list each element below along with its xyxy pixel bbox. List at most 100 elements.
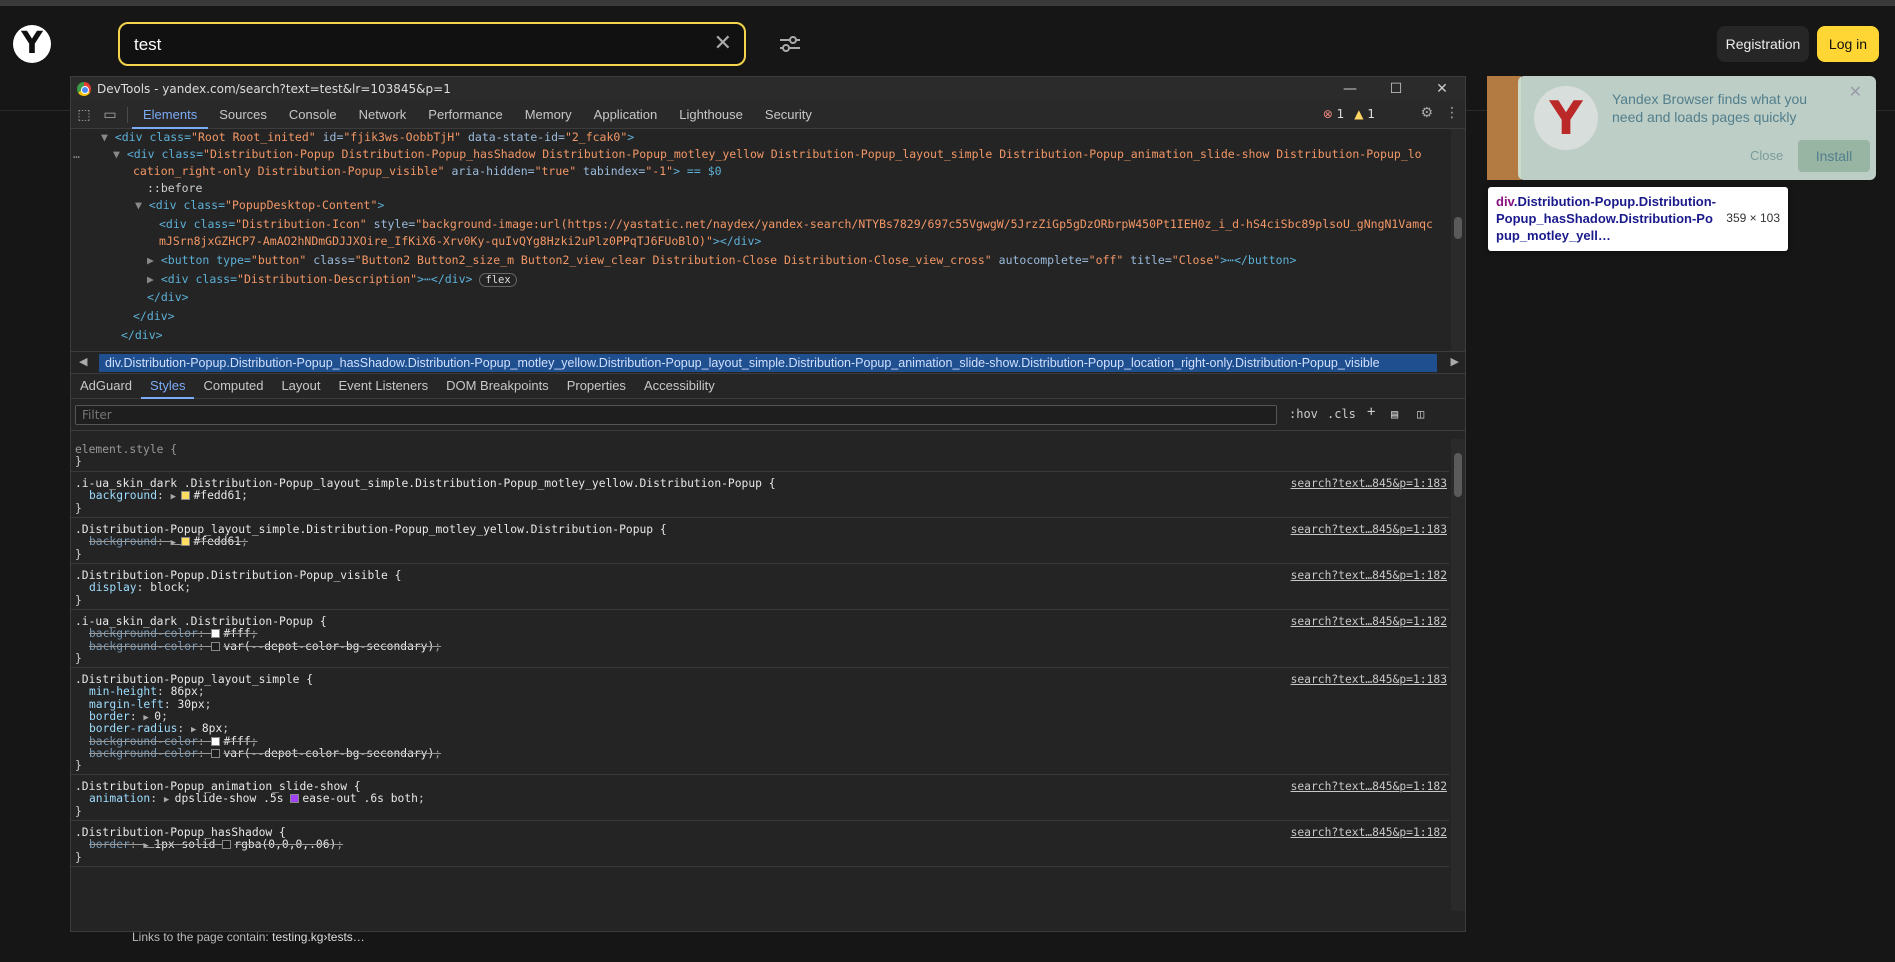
tab-layout[interactable]: Layout (272, 373, 329, 399)
devtools-titlebar[interactable]: DevTools - yandex.com/search?text=test&l… (71, 77, 1465, 101)
breadcrumb-selected-node[interactable]: div.Distribution-Popup.Distribution-Popu… (99, 354, 1437, 372)
style-rule[interactable]: .Distribution-Popup_hasShadow {search?te… (71, 822, 1449, 867)
close-window-icon[interactable]: ✕ (1419, 77, 1465, 101)
css-property[interactable]: display (89, 581, 137, 594)
dom-node-root[interactable]: ▼ <div class="Root Root_inited" id="fjik… (101, 129, 634, 146)
style-declaration[interactable]: background: ▶ #fedd61; (89, 488, 248, 503)
new-rule-icon[interactable]: + (1367, 404, 1375, 420)
expand-arrow-icon[interactable]: ▶ (171, 538, 182, 548)
styles-scrollbar[interactable] (1451, 439, 1465, 911)
registration-button[interactable]: Registration (1717, 26, 1809, 62)
dom-node-description[interactable]: ▶ <div class="Distribution-Description">… (147, 271, 517, 288)
easing-swatch[interactable] (290, 794, 300, 804)
style-declaration[interactable]: background-color: var(--depot-color-bg-s… (89, 639, 441, 654)
dom-node-distribution-popup[interactable]: ▼ <div class="Distribution-Popup Distrib… (113, 146, 1422, 163)
issues-counter[interactable]: ⊗ 1 ▲ 1 (1323, 107, 1375, 121)
clear-search-icon[interactable]: ✕ (714, 32, 732, 56)
flex-badge[interactable]: flex (479, 273, 517, 287)
expand-arrow-icon[interactable]: ▶ (143, 841, 154, 851)
login-button[interactable]: Log in (1817, 26, 1879, 62)
style-source-link[interactable]: search?text…845&p=1:182 (1291, 568, 1447, 583)
promo-install-button[interactable]: Install (1798, 140, 1870, 172)
css-value[interactable]: var(--depot-color-bg-secondary) (223, 640, 434, 653)
tab-computed[interactable]: Computed (194, 373, 272, 399)
tab-sources[interactable]: Sources (208, 101, 278, 129)
tab-accessibility[interactable]: Accessibility (635, 373, 724, 399)
style-selector[interactable]: element.style { (75, 442, 177, 457)
expand-arrow-icon[interactable]: ▼ (135, 198, 142, 212)
expand-arrow-icon[interactable]: ▼ (101, 130, 108, 144)
breadcrumb-left-arrow-icon[interactable]: ◀ (79, 355, 87, 368)
style-declaration[interactable]: background: ▶ #fedd61; (89, 534, 248, 549)
style-rule[interactable]: .Distribution-Popup_animation_slide-show… (71, 776, 1449, 821)
style-source-link[interactable]: search?text…845&p=1:183 (1291, 476, 1447, 491)
search-filters-icon[interactable] (776, 30, 804, 58)
promo-close-button[interactable]: Close (1750, 148, 1783, 163)
tab-elements[interactable]: Elements (132, 101, 209, 129)
tab-console[interactable]: Console (278, 101, 348, 129)
tab-application[interactable]: Application (583, 101, 669, 129)
style-rule[interactable]: .Distribution-Popup.Distribution-Popup_v… (71, 565, 1449, 610)
dom-node-popup-content[interactable]: ▼ <div class="PopupDesktop-Content"> (135, 197, 384, 214)
snippet-link[interactable]: testing.kg›tests… (272, 930, 365, 944)
elements-scrollbar[interactable] (1451, 129, 1465, 351)
tab-event-listeners[interactable]: Event Listeners (329, 373, 437, 399)
dom-node-distribution-icon-cont[interactable]: mJSrn8jxGZHCP7-AmAO2hNDmGDJJXOire_IfKiX6… (159, 233, 761, 250)
tab-dom-breakpoints[interactable]: DOM Breakpoints (437, 373, 558, 399)
style-source-link[interactable]: search?text…845&p=1:183 (1291, 522, 1447, 537)
css-property[interactable]: background (89, 489, 157, 502)
style-source-link[interactable]: search?text…845&p=1:182 (1291, 779, 1447, 794)
tab-lighthouse[interactable]: Lighthouse (668, 101, 754, 129)
device-toolbar-icon[interactable]: ▭ (97, 107, 123, 123)
css-property[interactable]: animation (89, 792, 150, 805)
tab-security[interactable]: Security (754, 101, 823, 129)
expand-arrow-icon[interactable]: ▼ (113, 147, 120, 161)
maximize-icon[interactable]: ☐ (1373, 77, 1419, 101)
styles-filter-input[interactable] (75, 405, 1277, 425)
promo-close-icon[interactable]: ✕ (1849, 82, 1862, 101)
css-value[interactable]: #fedd61 (193, 535, 241, 548)
style-rule[interactable]: .i-ua_skin_dark .Distribution-Popup_layo… (71, 473, 1449, 518)
color-swatch[interactable] (211, 748, 221, 758)
dom-node-distribution-icon[interactable]: <div class="Distribution-Icon" style="ba… (159, 216, 1433, 233)
class-toggle[interactable]: .cls (1327, 407, 1356, 421)
style-rule[interactable]: .Distribution-Popup_layout_simple.Distri… (71, 519, 1449, 564)
css-property[interactable]: background (89, 535, 157, 548)
style-source-link[interactable]: search?text…845&p=1:182 (1291, 825, 1447, 840)
elements-tree[interactable]: ▼ <div class="Root Root_inited" id="fjik… (71, 129, 1465, 351)
style-declaration[interactable]: background-color: var(--depot-color-bg-s… (89, 746, 441, 761)
color-swatch[interactable] (181, 491, 191, 501)
elements-scroll-thumb[interactable] (1454, 217, 1462, 239)
hover-state-toggle[interactable]: :hov (1289, 407, 1318, 421)
css-property[interactable]: border (89, 838, 130, 851)
style-rule[interactable]: element.style {} (71, 439, 1449, 472)
dom-node-close-button[interactable]: ▶ <button type="button" class="Button2 B… (147, 252, 1296, 269)
settings-gear-icon[interactable]: ⚙ (1420, 105, 1433, 121)
style-rule[interactable]: .Distribution-Popup_layout_simple {searc… (71, 669, 1449, 775)
color-swatch[interactable] (222, 840, 232, 850)
css-value[interactable]: rgba(0,0,0,.06) (234, 838, 336, 851)
color-swatch[interactable] (181, 537, 191, 547)
css-value[interactable]: dpslide-show .5s (175, 792, 284, 805)
color-swatch[interactable] (211, 629, 221, 639)
style-source-link[interactable]: search?text…845&p=1:183 (1291, 672, 1447, 687)
tab-properties[interactable]: Properties (558, 373, 635, 399)
dom-node-before[interactable]: ::before (147, 180, 202, 197)
css-value[interactable]: #fedd61 (193, 489, 241, 502)
minimize-icon[interactable]: — (1327, 77, 1373, 101)
yandex-logo[interactable]: Y (13, 25, 51, 63)
css-value[interactable]: 1px solid (154, 838, 215, 851)
tab-styles[interactable]: Styles (141, 373, 195, 399)
styles-pane[interactable]: element.style {} .i-ua_skin_dark .Distrib… (71, 439, 1449, 911)
expand-arrow-icon[interactable]: ▶ (164, 795, 175, 805)
css-value[interactable]: block (150, 581, 184, 594)
css-value[interactable]: ease-out .6s both (302, 792, 418, 805)
style-source-link[interactable]: search?text…845&p=1:182 (1291, 614, 1447, 629)
inspect-element-icon[interactable]: ⬚ (71, 107, 97, 123)
style-declaration[interactable]: display: block; (89, 580, 191, 595)
color-swatch[interactable] (211, 641, 221, 651)
color-swatch[interactable] (211, 736, 221, 746)
tab-performance[interactable]: Performance (417, 101, 513, 129)
tab-adguard[interactable]: AdGuard (71, 373, 141, 399)
expand-arrow-icon[interactable]: ▶ (147, 272, 154, 286)
